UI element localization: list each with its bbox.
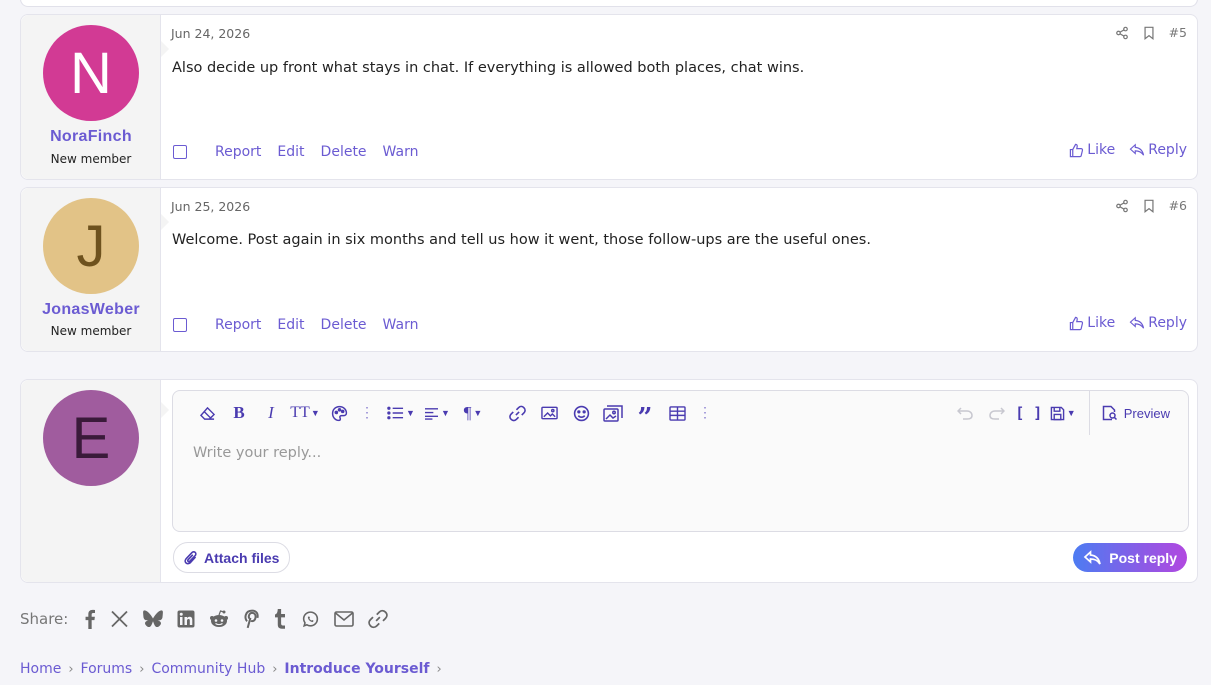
username[interactable]: JonasWeber — [21, 301, 161, 319]
delete-link[interactable]: Delete — [321, 144, 367, 160]
reply-editor[interactable]: B I TT ▼ ⋮ ▼ ▼ ¶ ▼ ” ⋮ [] ▼ Preview Wri… — [172, 390, 1189, 532]
emoji-icon[interactable] — [565, 397, 597, 429]
post-reply-button[interactable]: Post reply — [1073, 543, 1187, 572]
breadcrumb-community-hub[interactable]: Community Hub — [151, 661, 265, 677]
breadcrumb-introduce-yourself[interactable]: Introduce Yourself — [284, 661, 429, 677]
undo-icon[interactable] — [949, 397, 981, 429]
warn-link[interactable]: Warn — [383, 317, 419, 333]
avatar[interactable]: E — [43, 390, 139, 486]
bookmark-icon[interactable] — [1143, 199, 1155, 213]
image-icon[interactable] — [533, 397, 565, 429]
warn-link[interactable]: Warn — [383, 144, 419, 160]
reply-icon — [1129, 143, 1145, 156]
select-checkbox[interactable] — [173, 318, 187, 332]
user-title: New member — [50, 324, 132, 338]
select-checkbox[interactable] — [173, 145, 187, 159]
drafts-icon[interactable]: ▼ — [1045, 397, 1081, 429]
bold-icon[interactable]: B — [223, 397, 255, 429]
link-icon[interactable] — [368, 609, 389, 629]
facebook-icon[interactable] — [84, 609, 96, 629]
share-bar: Share: — [20, 609, 389, 629]
align-icon[interactable]: ▼ — [419, 397, 455, 429]
more-text-icon[interactable]: ⋮ — [355, 397, 379, 429]
reply-button[interactable]: Reply — [1129, 315, 1187, 331]
breadcrumb-forums[interactable]: Forums — [81, 661, 133, 677]
palette-icon[interactable] — [323, 397, 355, 429]
breadcrumb: Home › Forums › Community Hub › Introduc… — [20, 661, 442, 677]
whatsapp-icon[interactable] — [301, 610, 320, 629]
chevron-right-icon: › — [68, 661, 74, 677]
delete-link[interactable]: Delete — [321, 317, 367, 333]
post-date[interactable]: Jun 25, 2026 — [171, 199, 250, 214]
thumbs-up-icon — [1070, 316, 1084, 330]
editor-toolbar: B I TT ▼ ⋮ ▼ ▼ ¶ ▼ ” ⋮ [] ▼ Preview — [173, 391, 1188, 435]
report-link[interactable]: Report — [215, 317, 261, 333]
like-button[interactable]: Like — [1069, 142, 1115, 158]
post-5: N NoraFinch New member Jun 24, 2026 #5 A… — [20, 14, 1198, 180]
reply-placeholder: Write your reply... — [193, 445, 322, 461]
paperclip-icon — [184, 550, 197, 564]
email-icon[interactable] — [334, 611, 355, 627]
reddit-icon[interactable] — [209, 610, 229, 628]
quick-reply: E B I TT ▼ ⋮ ▼ ▼ ¶ ▼ ” ⋮ [] ▼ Preview W… — [20, 379, 1198, 583]
thumbs-up-icon — [1070, 143, 1084, 157]
link-icon[interactable] — [501, 397, 533, 429]
post-body: Also decide up front what stays in chat.… — [172, 60, 805, 76]
redo-icon[interactable] — [981, 397, 1013, 429]
x-icon[interactable] — [110, 610, 129, 628]
media-icon[interactable] — [597, 397, 629, 429]
report-link[interactable]: Report — [215, 144, 261, 160]
post-body: Welcome. Post again in six months and te… — [172, 232, 871, 248]
bbcode-icon[interactable]: [ ] — [1013, 397, 1045, 429]
avatar[interactable]: J — [43, 198, 139, 294]
italic-icon[interactable]: I — [255, 397, 287, 429]
attach-files-button[interactable]: Attach files — [173, 542, 291, 573]
reply-icon — [1129, 316, 1145, 329]
post-number[interactable]: #5 — [1169, 25, 1187, 40]
pinterest-icon[interactable] — [243, 609, 259, 629]
share-label: Share: — [20, 610, 69, 628]
preview-button[interactable]: Preview — [1102, 405, 1170, 421]
user-title: New member — [50, 152, 132, 166]
share-icon[interactable] — [1115, 26, 1129, 40]
chevron-right-icon: › — [139, 661, 145, 677]
post-number[interactable]: #6 — [1169, 198, 1187, 213]
list-icon[interactable]: ▼ — [383, 397, 419, 429]
paragraph-icon[interactable]: ¶ ▼ — [455, 397, 491, 429]
quote-icon[interactable]: ” — [629, 397, 661, 431]
chevron-right-icon: › — [272, 661, 278, 677]
avatar[interactable]: N — [43, 25, 139, 121]
text-size-icon[interactable]: TT ▼ — [287, 397, 323, 429]
previous-post-edge — [20, 0, 1198, 7]
preview-icon — [1102, 405, 1117, 421]
bluesky-icon[interactable] — [143, 610, 164, 628]
username[interactable]: NoraFinch — [21, 128, 161, 146]
table-icon[interactable] — [661, 397, 693, 429]
more-insert-icon[interactable]: ⋮ — [693, 397, 717, 429]
reply-button[interactable]: Reply — [1129, 142, 1187, 158]
tumblr-icon[interactable] — [273, 609, 287, 629]
linkedin-icon[interactable] — [177, 610, 195, 628]
clear-formatting-icon[interactable] — [191, 397, 223, 429]
edit-link[interactable]: Edit — [277, 144, 304, 160]
bookmark-icon[interactable] — [1143, 26, 1155, 40]
edit-link[interactable]: Edit — [277, 317, 304, 333]
reply-icon — [1084, 549, 1102, 564]
chevron-right-icon: › — [436, 661, 442, 677]
breadcrumb-home[interactable]: Home — [20, 661, 61, 677]
post-date[interactable]: Jun 24, 2026 — [171, 26, 250, 41]
post-6: J JonasWeber New member Jun 25, 2026 #6 … — [20, 187, 1198, 352]
like-button[interactable]: Like — [1069, 315, 1115, 331]
share-icon[interactable] — [1115, 199, 1129, 213]
